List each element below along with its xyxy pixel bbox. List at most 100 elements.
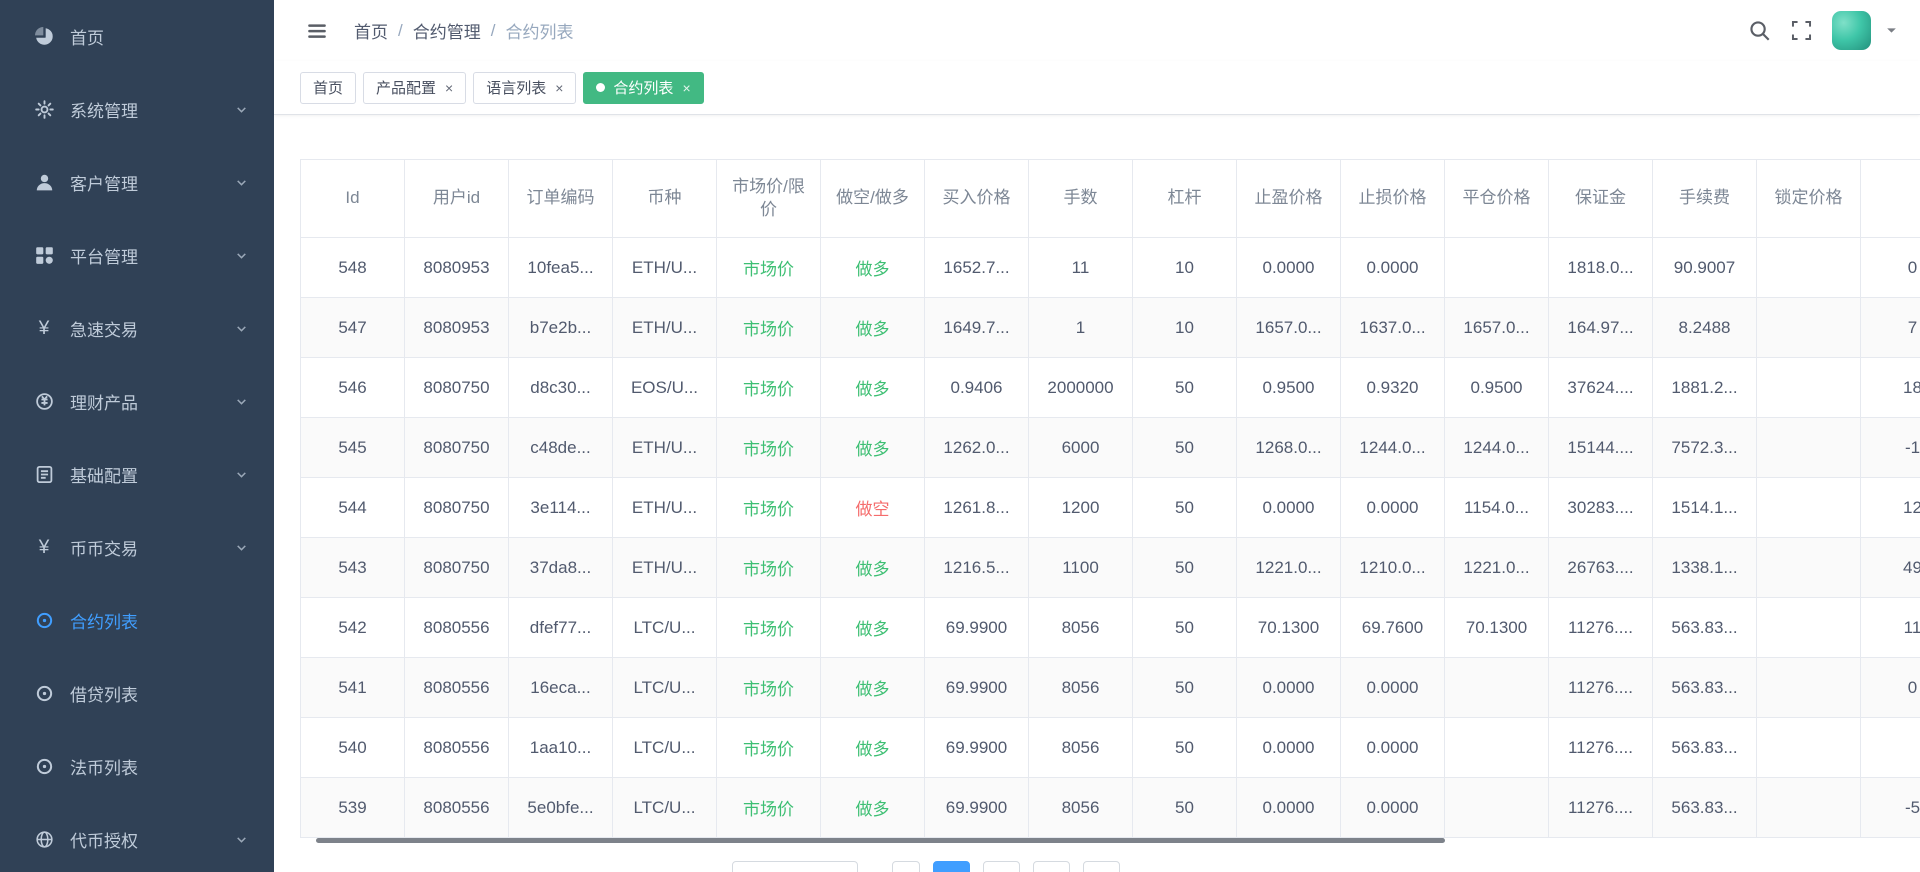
cell-close_price bbox=[1445, 238, 1549, 298]
chevron-down-icon bbox=[235, 395, 248, 408]
cell-overflow: 12 bbox=[1861, 478, 1920, 538]
cell-buy_price: 69.9900 bbox=[925, 658, 1029, 718]
sidebar-item-coin-trade[interactable]: ¥ 币币交易 bbox=[0, 511, 274, 584]
cell-order_code: b7e2b... bbox=[509, 298, 613, 358]
cell-margin: 164.97... bbox=[1549, 298, 1653, 358]
circle-icon bbox=[33, 683, 55, 705]
table-row: 5428080556dfef77...LTC/U...市场价做多69.99008… bbox=[301, 598, 1920, 658]
app-root: 首页系统管理客户管理平台管理¥急速交易理财产品基础配置 ¥ 币币交易合约列表借贷列表… bbox=[0, 0, 1920, 872]
tab-product-config[interactable]: 产品配置× bbox=[363, 72, 466, 104]
cell-user_id: 8080953 bbox=[405, 238, 509, 298]
avatar[interactable] bbox=[1832, 11, 1871, 50]
cell-lots: 1 bbox=[1029, 298, 1133, 358]
cell-coin: ETH/U... bbox=[613, 238, 717, 298]
sidebar-item-label: 币币交易 bbox=[70, 535, 138, 560]
tab-language-list[interactable]: 语言列表× bbox=[473, 72, 576, 104]
search-icon[interactable] bbox=[1748, 19, 1771, 42]
cell-buy_price: 1652.7... bbox=[925, 238, 1029, 298]
table-row: 543808075037da8...ETH/U...市场价做多1216.5...… bbox=[301, 538, 1920, 598]
cell-fee: 563.83... bbox=[1653, 718, 1757, 778]
breadcrumb-item[interactable]: 首页 bbox=[354, 18, 388, 43]
cell-stop_loss: 0.0000 bbox=[1341, 478, 1445, 538]
sidebar-item-label: 系统管理 bbox=[70, 97, 138, 122]
contracts-table: Id用户id订单编码币种市场价/限价做空/做多买入价格手数杠杆止盈价格止损价格平… bbox=[300, 159, 1920, 838]
tab-contract-list[interactable]: 合约列表× bbox=[583, 72, 703, 104]
sidebar-item-token-auth[interactable]: 代币授权 bbox=[0, 803, 274, 872]
sidebar-item-wealth[interactable]: 理财产品 bbox=[0, 365, 274, 438]
sidebar-item-contract-list[interactable]: 合约列表 bbox=[0, 584, 274, 657]
sidebar-item-fast-trade[interactable]: ¥急速交易 bbox=[0, 292, 274, 365]
cell-direction: 做多 bbox=[821, 358, 925, 418]
column-header: 手续费 bbox=[1653, 160, 1757, 238]
cell-coin: ETH/U... bbox=[613, 418, 717, 478]
chevron-down-icon bbox=[235, 249, 248, 262]
cell-overflow: 7 bbox=[1861, 298, 1920, 358]
pagination-page-button[interactable] bbox=[1033, 861, 1070, 872]
table-row: 54480807503e114...ETH/U...市场价做空1261.8...… bbox=[301, 478, 1920, 538]
cell-margin: 37624.... bbox=[1549, 358, 1653, 418]
tab-home[interactable]: 首页 bbox=[300, 72, 356, 104]
sidebar-item-label: 借贷列表 bbox=[70, 681, 138, 706]
column-header: 止盈价格 bbox=[1237, 160, 1341, 238]
sidebar-item-system[interactable]: 系统管理 bbox=[0, 73, 274, 146]
pagination-page-button-active[interactable] bbox=[933, 861, 970, 872]
cell-fee: 90.9007 bbox=[1653, 238, 1757, 298]
chevron-down-icon[interactable] bbox=[1885, 24, 1898, 37]
column-header: Id bbox=[301, 160, 405, 238]
horizontal-scrollbar[interactable] bbox=[316, 838, 1445, 843]
close-icon[interactable]: × bbox=[555, 81, 563, 95]
cell-close_price: 1221.0... bbox=[1445, 538, 1549, 598]
table-row: 548808095310fea5...ETH/U...市场价做多1652.7..… bbox=[301, 238, 1920, 298]
close-icon[interactable]: × bbox=[445, 81, 453, 95]
topbar-actions bbox=[1748, 11, 1898, 50]
cell-coin: ETH/U... bbox=[613, 478, 717, 538]
cell-take_profit: 0.9500 bbox=[1237, 358, 1341, 418]
sidebar-item-customer[interactable]: 客户管理 bbox=[0, 146, 274, 219]
hamburger-menu-icon[interactable] bbox=[306, 20, 328, 42]
cell-take_profit: 1657.0... bbox=[1237, 298, 1341, 358]
cell-buy_price: 1261.8... bbox=[925, 478, 1029, 538]
close-icon[interactable]: × bbox=[682, 81, 690, 95]
cell-user_id: 8080556 bbox=[405, 718, 509, 778]
topbar: 首页/合约管理/合约列表 bbox=[274, 0, 1920, 61]
chevron-down-icon bbox=[235, 833, 248, 846]
cell-direction: 做多 bbox=[821, 718, 925, 778]
sidebar-item-label: 代币授权 bbox=[70, 827, 138, 852]
cell-lots: 2000000 bbox=[1029, 358, 1133, 418]
cell-direction: 做多 bbox=[821, 298, 925, 358]
cell-coin: LTC/U... bbox=[613, 778, 717, 838]
cell-id: 543 bbox=[301, 538, 405, 598]
cell-lock_price bbox=[1757, 778, 1861, 838]
sidebar-item-home[interactable]: 首页 bbox=[0, 0, 274, 73]
sidebar-item-loan-list[interactable]: 借贷列表 bbox=[0, 657, 274, 730]
pagination-page-button[interactable] bbox=[983, 861, 1020, 872]
pagination-page-button[interactable] bbox=[1083, 861, 1120, 872]
pagination-prev-button[interactable] bbox=[892, 861, 920, 872]
column-header-clipped bbox=[1861, 160, 1920, 238]
cell-lock_price bbox=[1757, 598, 1861, 658]
globe-icon bbox=[33, 829, 55, 851]
breadcrumb: 首页/合约管理/合约列表 bbox=[354, 18, 573, 43]
breadcrumb-item[interactable]: 合约管理 bbox=[413, 18, 481, 43]
cell-leverage: 10 bbox=[1133, 298, 1237, 358]
pagination bbox=[732, 861, 1120, 872]
cell-margin: 11276.... bbox=[1549, 718, 1653, 778]
cell-margin: 26763.... bbox=[1549, 538, 1653, 598]
sidebar-item-base-config[interactable]: 基础配置 bbox=[0, 438, 274, 511]
cell-id: 541 bbox=[301, 658, 405, 718]
sidebar-item-platform[interactable]: 平台管理 bbox=[0, 219, 274, 292]
cell-user_id: 8080556 bbox=[405, 658, 509, 718]
cell-order_code: 10fea5... bbox=[509, 238, 613, 298]
cell-price_type: 市场价 bbox=[717, 658, 821, 718]
chevron-down-icon bbox=[235, 322, 248, 335]
yen-icon: ¥ bbox=[33, 537, 55, 559]
cell-direction: 做多 bbox=[821, 658, 925, 718]
circle-icon bbox=[33, 756, 55, 778]
cell-id: 544 bbox=[301, 478, 405, 538]
table-row: 541808055616eca...LTC/U...市场价做多69.990080… bbox=[301, 658, 1920, 718]
sidebar-item-fiat-list[interactable]: 法币列表 bbox=[0, 730, 274, 803]
breadcrumb-separator: / bbox=[491, 21, 496, 41]
cell-order_code: c48de... bbox=[509, 418, 613, 478]
fullscreen-icon[interactable] bbox=[1791, 20, 1812, 41]
page-size-select[interactable] bbox=[732, 861, 858, 872]
